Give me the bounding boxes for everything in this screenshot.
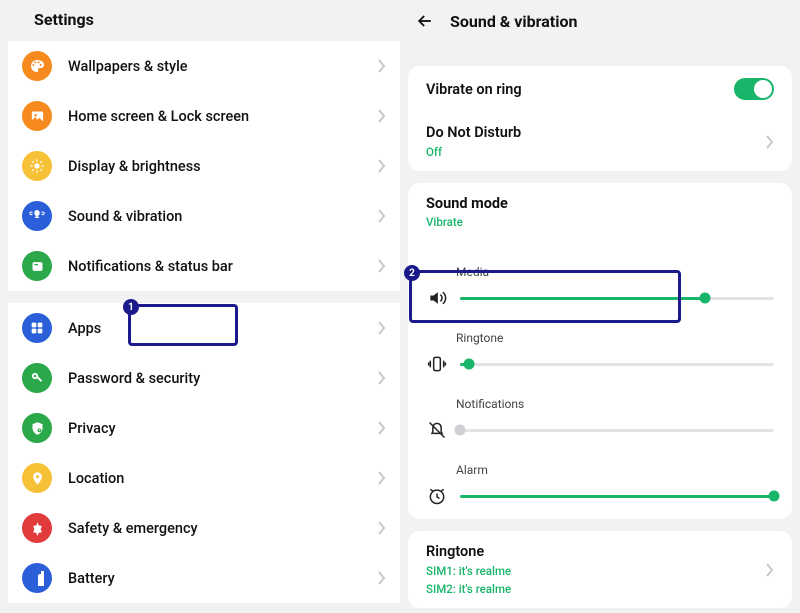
notifications-slider-block: Notifications: [408, 387, 792, 453]
settings-item-apps[interactable]: Apps: [8, 303, 400, 353]
sound-mode-status: Vibrate: [426, 215, 774, 229]
alarm-icon: [426, 485, 448, 507]
settings-item-label: Display & brightness: [68, 158, 378, 175]
settings-item-label: Wallpapers & style: [68, 58, 378, 75]
settings-item-safety[interactable]: Safety & emergency: [8, 503, 400, 553]
ringtone-row[interactable]: Ringtone SIM1: it's realme SIM2: it's re…: [408, 531, 792, 608]
chevron-right-icon: [378, 321, 386, 335]
shield-icon: [22, 413, 52, 443]
vibrate-icon: [426, 353, 448, 375]
chevron-right-icon: [378, 59, 386, 73]
settings-item-home-lock[interactable]: Home screen & Lock screen: [8, 91, 400, 141]
chevron-right-icon: [378, 159, 386, 173]
sound-card-2: Sound mode Vibrate Media: [408, 183, 792, 519]
ringtone-sim2: SIM2: it's realme: [426, 582, 766, 596]
ringtone-card: Ringtone SIM1: it's realme SIM2: it's re…: [408, 531, 792, 608]
chevron-right-icon: [378, 209, 386, 223]
vibrate-on-ring-label: Vibrate on ring: [426, 81, 734, 98]
vibrate-on-ring-toggle[interactable]: [734, 78, 774, 100]
ringtone-sim1: SIM1: it's realme: [426, 564, 766, 578]
settings-item-label: Home screen & Lock screen: [68, 108, 378, 125]
settings-group-display: Wallpapers & style Home screen & Lock sc…: [8, 41, 400, 291]
settings-title: Settings: [0, 0, 400, 41]
chevron-right-icon: [378, 471, 386, 485]
settings-item-wallpapers[interactable]: Wallpapers & style: [8, 41, 400, 91]
battery-icon: [22, 563, 52, 593]
settings-item-password[interactable]: Password & security: [8, 353, 400, 403]
speaker-icon: [426, 287, 448, 309]
dnd-row[interactable]: Do Not Disturb Off: [408, 112, 792, 171]
settings-item-notifications[interactable]: Notifications & status bar: [8, 241, 400, 291]
settings-item-label: Safety & emergency: [68, 520, 378, 537]
chevron-right-icon: [378, 521, 386, 535]
alarm-slider[interactable]: [460, 495, 774, 498]
settings-item-label: Apps: [68, 320, 378, 337]
sound-icon: [22, 201, 52, 231]
notification-icon: [22, 251, 52, 281]
sound-mode-row[interactable]: Sound mode Vibrate: [408, 183, 792, 231]
sound-mode-label: Sound mode: [426, 195, 774, 212]
page-title: Sound & vibration: [450, 12, 577, 31]
ringtone-label: Ringtone: [456, 331, 774, 345]
apps-icon: [22, 313, 52, 343]
settings-group-system: Apps Password & security Privacy: [8, 303, 400, 603]
ringtone-slider[interactable]: [460, 363, 774, 366]
media-slider[interactable]: [460, 297, 774, 300]
vibrate-on-ring-row[interactable]: Vibrate on ring: [408, 66, 792, 112]
ringtone-row-label: Ringtone: [426, 543, 766, 560]
alarm-slider-block: Alarm: [408, 453, 792, 519]
bell-off-icon: [426, 419, 448, 441]
image-icon: [22, 101, 52, 131]
chevron-right-icon: [378, 109, 386, 123]
emergency-icon: [22, 513, 52, 543]
dnd-label: Do Not Disturb: [426, 124, 766, 141]
settings-item-label: Sound & vibration: [68, 208, 378, 225]
brightness-icon: [22, 151, 52, 181]
settings-item-sound[interactable]: Sound & vibration: [8, 191, 400, 241]
key-icon: [22, 363, 52, 393]
settings-item-battery[interactable]: Battery: [8, 553, 400, 603]
sound-vibration-panel: Sound & vibration Vibrate on ring Do Not…: [400, 0, 800, 613]
dnd-status: Off: [426, 145, 766, 159]
sound-card-1: Vibrate on ring Do Not Disturb Off: [408, 66, 792, 171]
notifications-slider[interactable]: [460, 429, 774, 432]
settings-item-location[interactable]: Location: [8, 453, 400, 503]
palette-icon: [22, 51, 52, 81]
settings-item-label: Location: [68, 470, 378, 487]
settings-item-label: Password & security: [68, 370, 378, 387]
chevron-right-icon: [766, 563, 774, 577]
settings-item-privacy[interactable]: Privacy: [8, 403, 400, 453]
chevron-right-icon: [378, 371, 386, 385]
settings-item-label: Privacy: [68, 420, 378, 437]
media-label: Media: [456, 265, 774, 279]
chevron-right-icon: [766, 135, 774, 149]
notifications-label: Notifications: [456, 397, 774, 411]
settings-item-label: Battery: [68, 570, 378, 587]
settings-item-label: Notifications & status bar: [68, 258, 378, 275]
chevron-right-icon: [378, 421, 386, 435]
location-icon: [22, 463, 52, 493]
settings-panel: Settings Wallpapers & style Home screen …: [0, 0, 400, 613]
chevron-right-icon: [378, 571, 386, 585]
ringtone-slider-block: Ringtone: [408, 321, 792, 387]
chevron-right-icon: [378, 259, 386, 273]
back-button[interactable]: [414, 10, 436, 32]
alarm-label: Alarm: [456, 463, 774, 477]
media-slider-block: Media: [408, 255, 792, 321]
settings-item-display[interactable]: Display & brightness: [8, 141, 400, 191]
